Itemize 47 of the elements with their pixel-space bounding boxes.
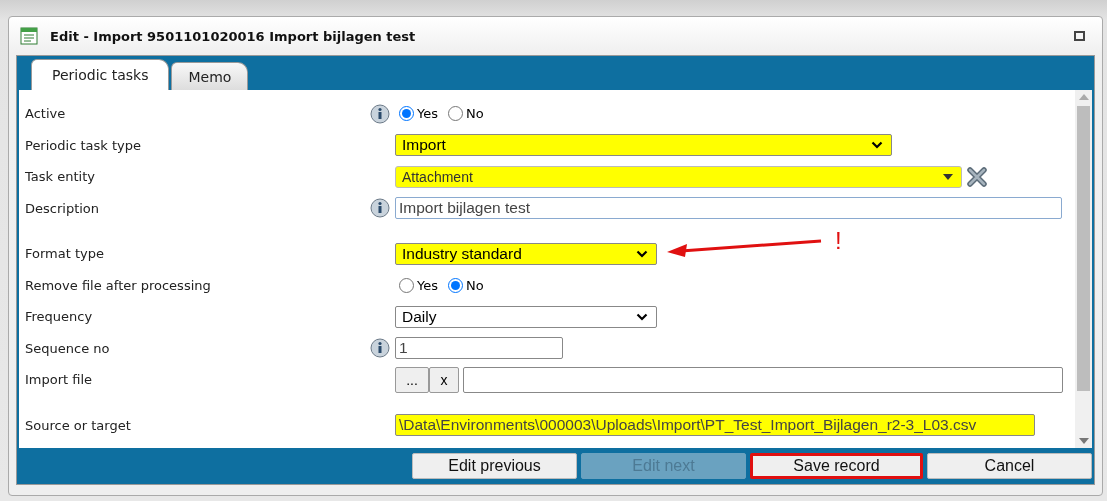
radio-label: No xyxy=(466,277,484,293)
exclamation-mark: ! xyxy=(835,226,842,255)
maximize-icon[interactable] xyxy=(1074,31,1085,41)
text-field[interactable]: \Data\Environments\000003\Uploads\Import\PT_Test_Import_Bijlagen_r2-3_L03.csv xyxy=(395,414,1035,437)
caret-icon xyxy=(943,173,953,180)
radio-button[interactable] xyxy=(399,277,414,293)
field-label: Description xyxy=(25,200,101,216)
field-label: Sequence no xyxy=(25,340,111,356)
field-label: Periodic task type xyxy=(25,137,142,153)
field-label: Frequency xyxy=(25,309,94,325)
action-button[interactable]: Save record xyxy=(750,453,923,479)
field-label: Active xyxy=(25,106,67,122)
radio-label: Yes xyxy=(417,277,438,293)
scrollbar[interactable] xyxy=(1075,90,1092,448)
radio-button[interactable] xyxy=(448,106,463,122)
info-icon[interactable] xyxy=(370,198,390,219)
field-label: Format type xyxy=(25,246,105,262)
combo-box[interactable]: Attachment xyxy=(395,165,962,188)
scroll-down-icon[interactable] xyxy=(1078,438,1089,444)
action-button[interactable]: Cancel xyxy=(927,453,1092,479)
radio-button[interactable] xyxy=(399,106,414,122)
clear-button[interactable]: x xyxy=(429,366,459,393)
action-button[interactable]: Edit previous xyxy=(412,453,577,479)
radio-button[interactable] xyxy=(448,277,463,293)
clear-icon[interactable] xyxy=(966,165,988,188)
chevron-icon xyxy=(636,312,648,321)
info-icon[interactable] xyxy=(370,338,390,359)
chevron-icon xyxy=(636,249,648,258)
info-icon[interactable] xyxy=(370,103,390,124)
field-label: Remove file after processing xyxy=(25,277,212,293)
dropdown[interactable]: Industry standard xyxy=(395,242,657,265)
chevron-icon xyxy=(871,141,883,150)
form-icon xyxy=(20,27,38,45)
tab[interactable]: Periodic tasks xyxy=(31,59,170,90)
dropdown[interactable]: Daily xyxy=(395,305,657,328)
field-label: Import file xyxy=(25,372,94,388)
window-title: Edit - Import 9501101020016 Import bijlagen test xyxy=(50,28,416,44)
radio-label: Yes xyxy=(417,106,438,122)
field-label: Task entity xyxy=(25,169,96,185)
text-field[interactable]: 1 xyxy=(395,337,563,360)
tab[interactable]: Memo xyxy=(171,62,249,90)
radio-label: No xyxy=(466,106,484,122)
dropdown[interactable]: Import xyxy=(395,134,892,157)
browse-button[interactable]: ... xyxy=(395,366,429,393)
text-field[interactable]: Import bijlagen test xyxy=(395,197,1062,220)
file-field[interactable] xyxy=(463,366,1063,393)
field-label: Source or target xyxy=(25,417,132,433)
